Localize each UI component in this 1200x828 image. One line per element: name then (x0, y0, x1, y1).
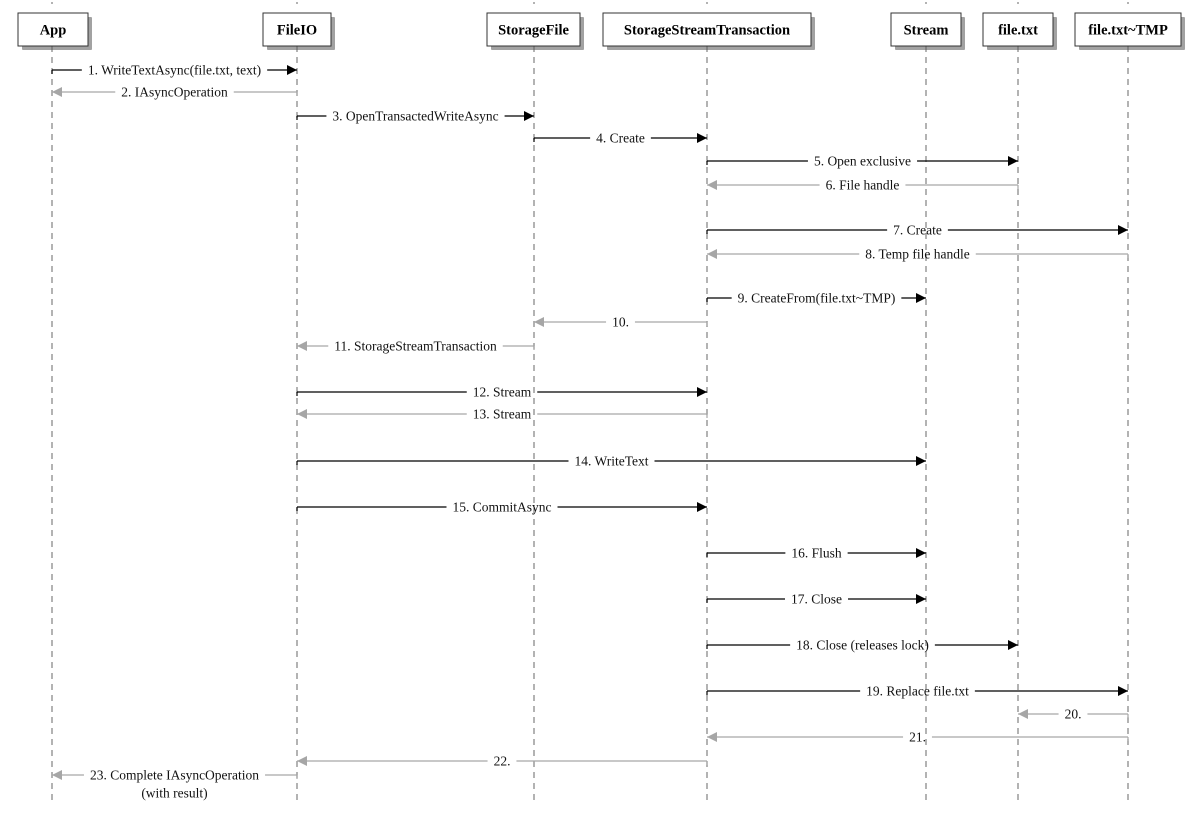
message-label: 1. WriteTextAsync(file.txt, text) (88, 63, 261, 78)
message-7: 7. Create (706, 223, 1128, 238)
message-11: 11. StorageStreamTransaction (297, 339, 535, 354)
message-label: 22. (494, 754, 511, 769)
participant-label: FileIO (277, 23, 317, 39)
message-label: 9. CreateFrom(file.txt~TMP) (738, 291, 896, 306)
message-label: 21. (909, 730, 926, 745)
message-label: 5. Open exclusive (814, 154, 911, 169)
message-15: 15. CommitAsync (296, 500, 707, 515)
sequence-diagram: App FileIO StorageFile StorageStreamTransac… (17, 2, 1185, 802)
message-19: 19. Replace file.txt (706, 684, 1128, 699)
message-label: 14. WriteText (575, 454, 649, 469)
message-22: 22. (297, 754, 708, 769)
messages: 1. WriteTextAsync(file.txt, text) 2. IAsy… (51, 63, 1129, 801)
message-4: 4. Create (533, 131, 707, 146)
message-label: 7. Create (893, 223, 942, 238)
message-label: 3. OpenTransactedWriteAsync (332, 109, 498, 124)
message-label: 10. (612, 315, 629, 330)
message-21: 21. (707, 730, 1129, 745)
message-label: 19. Replace file.txt (866, 684, 969, 699)
message-10: 10. (534, 315, 708, 330)
message-16: 16. Flush (706, 546, 926, 561)
message-14: 14. WriteText (296, 454, 926, 469)
message-23: 23. Complete IAsyncOperation (with result… (52, 768, 298, 801)
message-12: 12. Stream (296, 385, 707, 400)
participant-label: file.txt~TMP (1088, 23, 1168, 39)
message-18: 18. Close (releases lock) (706, 638, 1018, 653)
participant-fileio: FileIO (262, 12, 335, 50)
participant-label: StorageFile (498, 23, 569, 39)
message-label: 11. StorageStreamTransaction (334, 339, 497, 354)
participant-storagefile: StorageFile (486, 12, 584, 50)
participant-filetxt: file.txt (982, 12, 1057, 50)
message-label: 6. File handle (826, 178, 900, 193)
participant-stream: Stream (890, 12, 965, 50)
participant-label: file.txt (998, 23, 1038, 39)
participant-filetmp: file.txt~TMP (1074, 12, 1185, 50)
message-label-line2: (with result) (141, 786, 207, 801)
participant-label: Stream (904, 23, 949, 39)
participants: App FileIO StorageFile StorageStreamTransac… (17, 12, 1185, 50)
participant-label: StorageStreamTransaction (624, 23, 790, 39)
message-2: 2. IAsyncOperation (52, 85, 298, 100)
message-label: 20. (1065, 707, 1082, 722)
message-label: 2. IAsyncOperation (121, 85, 228, 100)
message-8: 8. Temp file handle (707, 247, 1129, 262)
message-label: 8. Temp file handle (865, 247, 970, 262)
participant-sst: StorageStreamTransaction (602, 12, 815, 50)
message-label: 18. Close (releases lock) (796, 638, 929, 653)
message-label: 4. Create (596, 131, 645, 146)
message-3: 3. OpenTransactedWriteAsync (296, 109, 534, 124)
message-label: 17. Close (791, 592, 842, 607)
message-9: 9. CreateFrom(file.txt~TMP) (706, 291, 926, 306)
participant-app: App (17, 12, 92, 50)
message-label: 15. CommitAsync (452, 500, 551, 515)
message-1: 1. WriteTextAsync(file.txt, text) (51, 63, 297, 78)
message-6: 6. File handle (707, 178, 1019, 193)
message-17: 17. Close (706, 592, 926, 607)
lifelines (51, 2, 1129, 802)
message-label: 12. Stream (473, 385, 532, 400)
message-label: 13. Stream (473, 407, 532, 422)
message-13: 13. Stream (297, 407, 708, 422)
message-5: 5. Open exclusive (706, 154, 1018, 169)
message-label: 23. Complete IAsyncOperation (90, 768, 259, 783)
message-20: 20. (1018, 707, 1129, 722)
participant-label: App (40, 23, 67, 39)
message-label: 16. Flush (791, 546, 842, 561)
